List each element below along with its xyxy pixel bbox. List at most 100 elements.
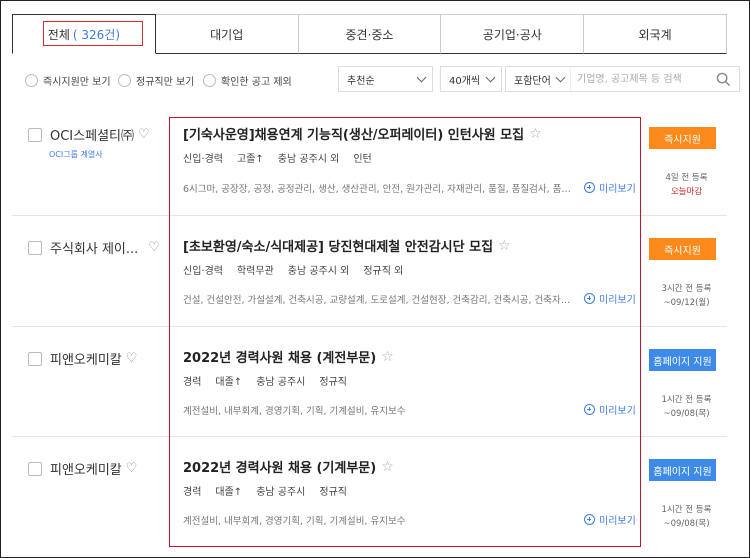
apply-label: 홈페이지 지원 (653, 466, 712, 478)
radio-circle-icon (203, 74, 216, 87)
job-title-text[interactable]: 2022년 경력사원 채용 (계전부문) (183, 347, 376, 366)
chevron-down-icon (485, 72, 496, 83)
job-title-text[interactable]: [기숙사운영]채용연계 기능직(생산/오퍼레이터) 인턴사원 모집 (183, 124, 524, 143)
job-title[interactable]: [기숙사운영]채용연계 기능직(생산/오퍼레이터) 인턴사원 모집 ☆ (183, 124, 542, 144)
posted-time: 1시간 전 등록 (661, 505, 712, 515)
job-meta: 경력 대졸↑ 충남 공주시 정규직 (183, 373, 347, 388)
homepage-apply-button[interactable]: 홈페이지 지원 (649, 459, 716, 481)
preview-label: 미리보기 (599, 406, 636, 417)
location: 충남 공주시 (256, 377, 306, 388)
company-cell: 피앤오케미칼 ♡ (28, 349, 137, 368)
plus-circle-icon (584, 182, 595, 193)
career-level: 신입·경력 (183, 266, 223, 277)
select-checkbox[interactable] (28, 351, 42, 366)
job-title[interactable]: [초보환영/숙소/식대제공] 당진현대제철 안전감시단 모집 ☆ (183, 236, 511, 256)
career-level: 경력 (183, 487, 202, 498)
job-title[interactable]: 2022년 경력사원 채용 (기계부문) ☆ (183, 457, 394, 477)
tab-label: 대기업 (210, 27, 244, 42)
chevron-down-icon (416, 72, 427, 83)
select-checkbox[interactable] (28, 240, 42, 255)
star-icon[interactable]: ☆ (381, 349, 394, 365)
tab-all-count: ( 326건) (72, 27, 120, 42)
job-keywords: 건설, 건설안전, 가설설계, 건축시공, 교량설계, 도로설계, 건설현장, … (183, 295, 578, 306)
job-title[interactable]: 2022년 경력사원 채용 (계전부문) ☆ (183, 347, 394, 367)
exclude-seen-toggle[interactable]: 확인한 공고 제외 (203, 73, 292, 88)
job-list: OCI스페셜티㈜ ♡ OCI그룹 계열사 [기숙사운영]채용연계 기능직(생산/… (12, 103, 727, 547)
radio-circle-icon (25, 74, 38, 87)
employment-type: 정규직 (319, 377, 347, 388)
heart-icon[interactable]: ♡ (126, 351, 138, 366)
preview-link[interactable]: 미리보기 (584, 512, 636, 527)
job-keywords: 계전설비, 내부회계, 경영기획, 기획, 기계설비, 유지보수 (183, 406, 406, 417)
job-title-text[interactable]: [초보환영/숙소/식대제공] 당진현대제철 안전감시단 모집 (183, 236, 493, 255)
preview-label: 미리보기 (599, 295, 636, 306)
tab-all-label: 전체 (47, 27, 70, 42)
company-name[interactable]: 피앤오케미칼 (50, 349, 122, 368)
apply-label: 홈페이지 지원 (653, 356, 712, 368)
company-name[interactable]: 피앤오케미칼 (50, 459, 122, 478)
plus-circle-icon (584, 404, 595, 415)
category-tabs: 전체 ( 326건) 대기업 중견·중소 공기업·공사 외국계 (12, 14, 727, 54)
posted-time: 3시간 전 등록 (661, 284, 712, 294)
filter-bar: 즉시지원만 보기 정규직만 보기 확인한 공고 제외 추천순 40개씩 포함단어 (25, 66, 740, 94)
search-scope-value: 포함단어 (514, 75, 551, 87)
job-keywords: 계전설비, 내부회계, 경영기획, 기획, 기계설비, 유지보수 (183, 516, 406, 527)
regular-only-toggle[interactable]: 정규직만 보기 (118, 73, 194, 88)
search-icon[interactable] (716, 72, 731, 87)
heart-icon[interactable]: ♡ (138, 127, 150, 142)
company-name[interactable]: OCI스페셜티㈜ (50, 125, 134, 144)
affiliate-label[interactable]: OCI그룹 계열사 (49, 149, 103, 160)
instant-apply-button[interactable]: 즉시지원 (649, 127, 716, 149)
search-input[interactable] (571, 67, 711, 91)
star-icon[interactable]: ☆ (381, 459, 394, 475)
per-page-value: 40개씩 (449, 75, 481, 87)
preview-link[interactable]: 미리보기 (584, 402, 636, 417)
education: 학력무관 (236, 266, 274, 277)
career-level: 신입·경력 (183, 154, 223, 165)
posted-time: 4일 전 등록 (665, 173, 708, 183)
heart-icon[interactable]: ♡ (126, 461, 138, 476)
star-icon[interactable]: ☆ (529, 126, 542, 142)
tab-large-corp[interactable]: 대기업 (155, 14, 299, 54)
heart-icon[interactable]: ♡ (148, 240, 160, 255)
sort-value: 추천순 (347, 75, 375, 87)
job-row: OCI스페셜티㈜ ♡ OCI그룹 계열사 [기숙사운영]채용연계 기능직(생산/… (12, 103, 727, 216)
per-page-select[interactable]: 40개씩 (440, 66, 502, 92)
exclude-seen-label: 확인한 공고 제외 (221, 77, 292, 88)
radio-circle-icon (118, 74, 131, 87)
star-icon[interactable]: ☆ (498, 238, 511, 254)
tab-all[interactable]: 전체 ( 326건) (12, 14, 156, 54)
search-box: 포함단어 (505, 66, 740, 92)
preview-link[interactable]: 미리보기 (584, 180, 636, 195)
plus-circle-icon (584, 514, 595, 525)
company-cell: 주식회사 제이... ♡ (28, 238, 160, 257)
instant-apply-toggle[interactable]: 즉시지원만 보기 (25, 73, 111, 88)
company-name[interactable]: 주식회사 제이... (50, 238, 138, 257)
homepage-apply-button[interactable]: 홈페이지 지원 (649, 349, 716, 371)
tab-foreign[interactable]: 외국계 (584, 14, 727, 54)
employment-type: 인턴 (353, 154, 372, 165)
job-row: 주식회사 제이... ♡ [초보환영/숙소/식대제공] 당진현대제철 안전감시단… (12, 216, 727, 327)
tab-label: 외국계 (638, 27, 672, 42)
job-meta: 신입·경력 학력무관 충남 공주시 외 정규직 외 (183, 262, 403, 277)
job-title-text[interactable]: 2022년 경력사원 채용 (기계부문) (183, 457, 376, 476)
preview-link[interactable]: 미리보기 (584, 291, 636, 306)
location: 충남 공주시 외 (287, 266, 350, 277)
job-row: 피앤오케미칼 ♡ 2022년 경력사원 채용 (기계부문) ☆ 경력 대졸↑ 충… (12, 437, 727, 547)
tab-label: 공기업·공사 (482, 27, 542, 42)
education: 고졸↑ (236, 154, 264, 165)
search-scope-select[interactable]: 포함단어 (506, 67, 571, 91)
tab-mid-small[interactable]: 중견·중소 (298, 14, 442, 54)
select-checkbox[interactable] (28, 461, 42, 476)
instant-apply-button[interactable]: 즉시지원 (649, 238, 716, 260)
instant-apply-label: 즉시지원만 보기 (43, 77, 111, 88)
tab-public-corp[interactable]: 공기업·공사 (441, 14, 585, 54)
company-cell: 피앤오케미칼 ♡ (28, 459, 137, 478)
apply-label: 즉시지원 (664, 245, 701, 257)
preview-label: 미리보기 (599, 516, 636, 527)
plus-circle-icon (584, 293, 595, 304)
sort-select[interactable]: 추천순 (338, 66, 433, 92)
education: 대졸↑ (215, 487, 243, 498)
posted-time: 1시간 전 등록 (661, 395, 712, 405)
select-checkbox[interactable] (28, 127, 42, 142)
